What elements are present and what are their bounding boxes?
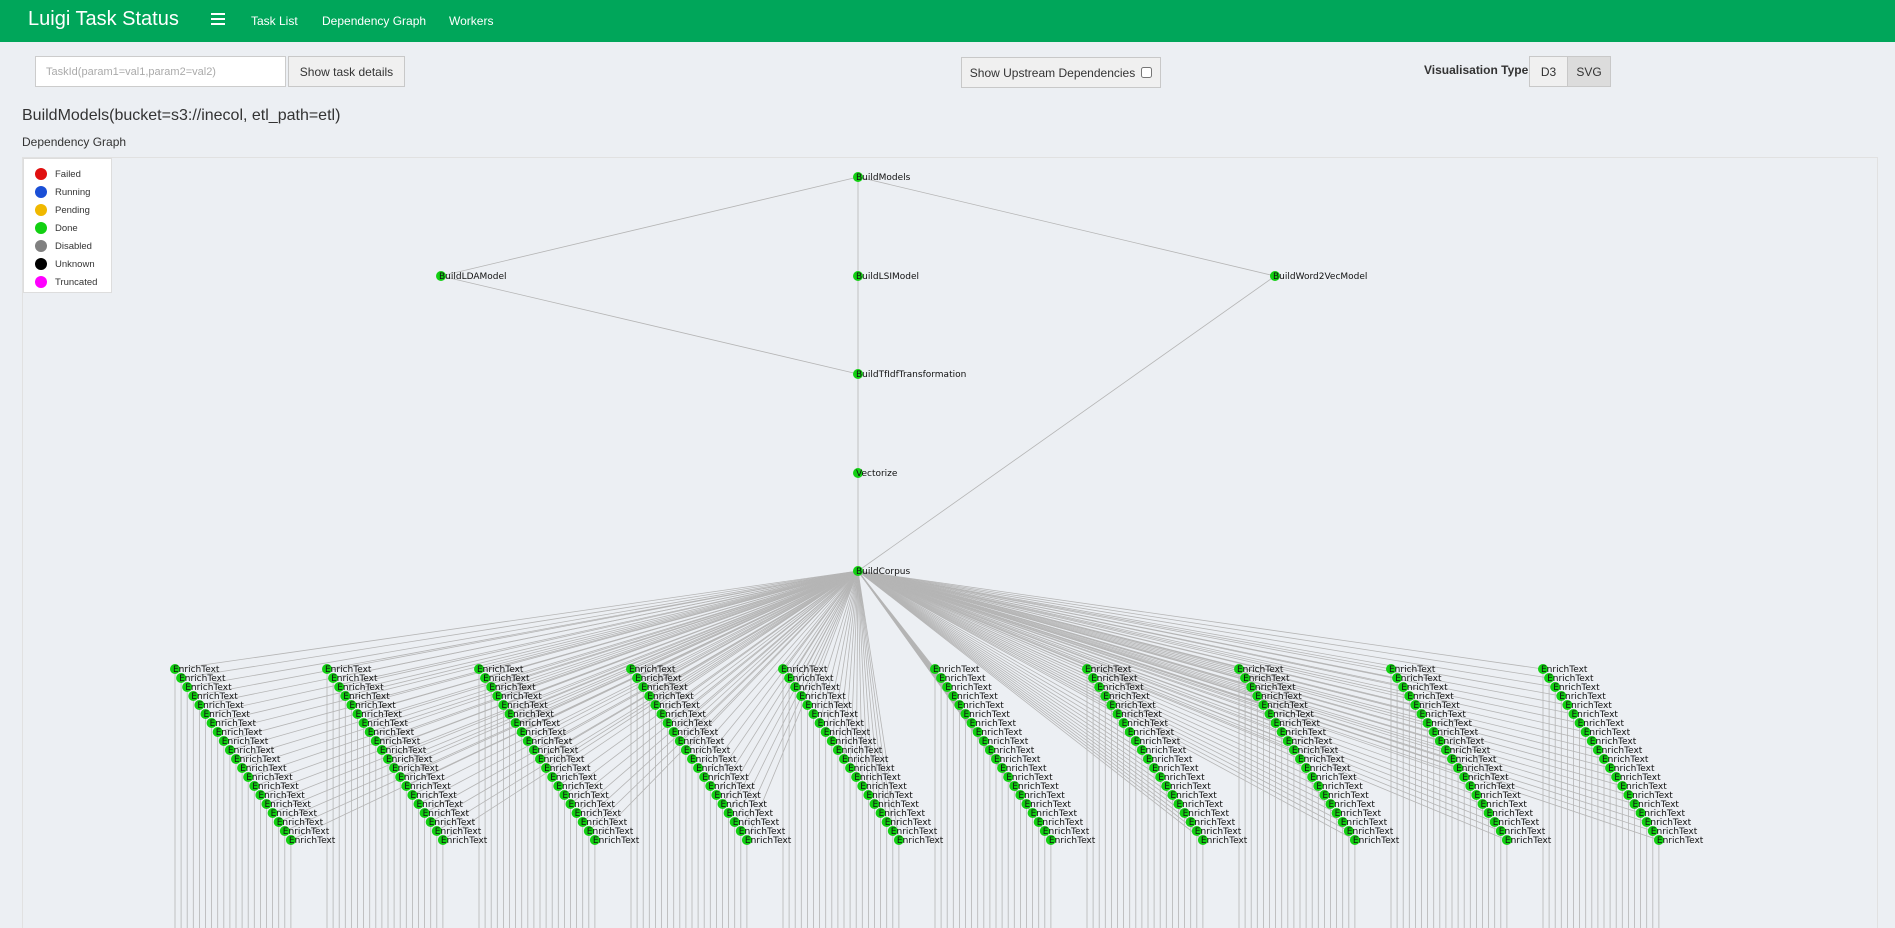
legend-label: Done — [55, 222, 78, 234]
unknown-status-icon — [35, 258, 47, 270]
task-node-enrichtext[interactable]: EnrichText — [1653, 835, 1704, 846]
task-node-label[interactable]: BuildWord2VecModel — [1273, 272, 1367, 282]
task-node-label[interactable]: EnrichText — [1353, 836, 1400, 846]
dependency-edge — [857, 570, 1301, 760]
legend-label: Running — [55, 186, 91, 198]
task-node-buildmodels[interactable]: BuildModels — [853, 172, 911, 183]
show-task-details-button[interactable]: Show task details — [288, 56, 405, 87]
legend-label: Truncated — [55, 276, 98, 288]
task-node-buildldamodel[interactable]: BuildLDAModel — [436, 271, 507, 282]
task-node-label[interactable]: EnrichText — [593, 836, 640, 846]
legend-item-truncated: Truncated — [24, 273, 111, 291]
task-node-label[interactable]: EnrichText — [289, 836, 336, 846]
disabled-status-icon — [35, 240, 47, 252]
task-node-label[interactable]: EnrichText — [441, 836, 488, 846]
legend-label: Disabled — [55, 240, 92, 252]
running-status-icon — [35, 186, 47, 198]
upstream-label: Show Upstream Dependencies — [969, 65, 1136, 80]
brand-title[interactable]: Luigi Task Status — [28, 8, 179, 31]
task-node-buildword2vecmodel[interactable]: BuildWord2VecModel — [1270, 271, 1367, 282]
legend-item-done: Done — [24, 219, 111, 237]
dependency-graph-panel: BuildModels BuildLDAModel BuildLSIModel Bui… — [22, 157, 1878, 928]
failed-status-icon — [35, 168, 47, 180]
done-status-icon — [35, 222, 47, 234]
legend-item-failed: Failed — [24, 165, 111, 183]
graph-nodes: BuildModels BuildLDAModel BuildLSIModel Bui… — [170, 172, 1704, 846]
task-node-label[interactable]: EnrichText — [1049, 836, 1096, 846]
task-node-label[interactable]: Vectorize — [856, 469, 898, 479]
pending-status-icon — [35, 204, 47, 216]
dependency-graph-svg: BuildModels BuildLDAModel BuildLSIModel Bui… — [170, 172, 1704, 928]
task-node-buildlsimodel[interactable]: BuildLSIModel — [853, 271, 919, 282]
task-node-label[interactable]: BuildTfIdfTransformation — [856, 370, 966, 380]
vis-type-d3-button[interactable]: D3 — [1529, 56, 1568, 87]
task-id-input[interactable] — [35, 56, 286, 87]
truncated-status-icon — [35, 276, 47, 288]
task-node-enrichtext[interactable]: EnrichText — [741, 835, 792, 846]
task-node-label[interactable]: EnrichText — [897, 836, 944, 846]
task-node-enrichtext[interactable]: EnrichText — [1501, 835, 1552, 846]
task-node-label[interactable]: BuildCorpus — [856, 567, 911, 577]
menu-toggle-icon[interactable] — [211, 13, 225, 27]
dependency-edge — [857, 275, 1276, 572]
nav-dependency-graph[interactable]: Dependency Graph — [322, 14, 426, 28]
legend-item-pending: Pending — [24, 201, 111, 219]
task-node-label[interactable]: EnrichText — [1505, 836, 1552, 846]
task-node-buildcorpus[interactable]: BuildCorpus — [853, 566, 911, 577]
task-node-enrichtext[interactable]: EnrichText — [893, 835, 944, 846]
legend-item-unknown: Unknown — [24, 255, 111, 273]
dependency-edge — [440, 275, 859, 375]
dependency-edge — [440, 176, 859, 277]
show-upstream-dependencies-button[interactable]: Show Upstream Dependencies — [961, 57, 1161, 88]
task-node-enrichtext[interactable]: EnrichText — [1045, 835, 1096, 846]
task-node-label[interactable]: BuildLSIModel — [856, 272, 919, 282]
task-node-vectorize[interactable]: Vectorize — [853, 468, 898, 479]
task-node-enrichtext[interactable]: EnrichText — [285, 835, 336, 846]
legend-item-running: Running — [24, 183, 111, 201]
task-node-label[interactable]: EnrichText — [745, 836, 792, 846]
dependency-edge — [375, 570, 859, 742]
vis-type-svg-button[interactable]: SVG — [1567, 56, 1611, 87]
navbar: Luigi Task Status Task List Dependency G… — [0, 0, 1895, 42]
status-legend: Failed Running Pending Done Disabled Unk… — [23, 158, 112, 293]
nav-task-list[interactable]: Task List — [251, 14, 298, 28]
task-node-label[interactable]: EnrichText — [1201, 836, 1248, 846]
task-node-enrichtext[interactable]: EnrichText — [437, 835, 488, 846]
nav-workers[interactable]: Workers — [449, 14, 493, 28]
task-node-enrichtext[interactable]: EnrichText — [1197, 835, 1248, 846]
task-node-label[interactable]: BuildLDAModel — [439, 272, 507, 282]
task-node-enrichtext[interactable]: EnrichText — [589, 835, 640, 846]
task-node-label[interactable]: BuildModels — [856, 173, 911, 183]
dependency-graph-label: Dependency Graph — [22, 135, 127, 149]
visualisation-type-label: Visualisation Type — [1424, 63, 1529, 77]
task-node-buildtfidftransformation[interactable]: BuildTfIdfTransformation — [853, 369, 966, 380]
upstream-checkbox[interactable] — [1141, 67, 1153, 78]
task-node-label[interactable]: EnrichText — [1657, 836, 1704, 846]
legend-label: Pending — [55, 204, 90, 216]
task-node-enrichtext[interactable]: EnrichText — [1349, 835, 1400, 846]
dependency-edge — [857, 176, 1276, 277]
legend-item-disabled: Disabled — [24, 237, 111, 255]
legend-label: Failed — [55, 168, 81, 180]
legend-label: Unknown — [55, 258, 95, 270]
page-title: BuildModels(bucket=s3://inecol, etl_path… — [22, 107, 341, 124]
